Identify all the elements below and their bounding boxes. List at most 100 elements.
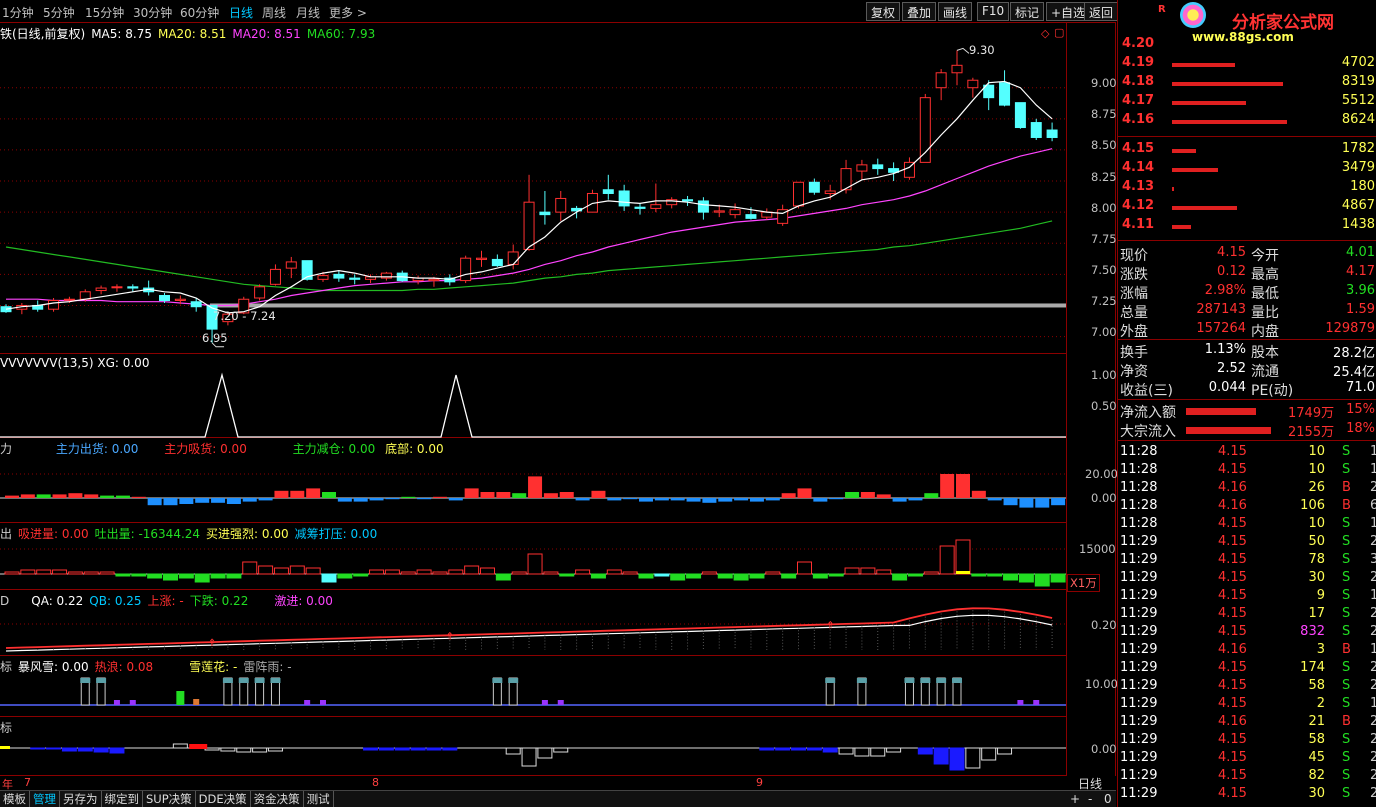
adjust-button[interactable]: 复权 (866, 2, 901, 21)
tab-bind-to[interactable]: 绑定到 (102, 791, 143, 807)
candle-body (650, 204, 662, 209)
tab-template[interactable]: 模板 (0, 791, 30, 807)
stat-label: 最高 (1251, 267, 1279, 283)
bid-volume: 1782 (1341, 141, 1375, 156)
flow-bars-pane[interactable]: 标 (0, 717, 1066, 776)
candle-body (285, 261, 297, 269)
flow-bar (1186, 427, 1271, 434)
tab-save-as[interactable]: 另存为 (60, 791, 102, 807)
bid-row[interactable]: 4.11 1438 (1118, 217, 1376, 236)
tick-row[interactable]: 11:29 4.15 2 S 1 (1118, 696, 1376, 715)
stat-row[interactable]: 现价 4.15 今开 4.01 (1118, 245, 1376, 264)
tick-row[interactable]: 11:28 4.16 26 B 2 (1118, 480, 1376, 499)
tick-row[interactable]: 11:28 4.15 10 S 1 (1118, 516, 1376, 535)
tick-row[interactable]: 11:29 4.15 17 S 2 (1118, 606, 1376, 625)
stat-row[interactable]: 换手 1.13% 股本 28.2亿 (1118, 342, 1376, 361)
tab-capital[interactable]: 资金决策 (251, 791, 304, 807)
tick-volume: 9 (1316, 588, 1325, 603)
tick-row[interactable]: 11:29 4.15 58 S 2 (1118, 732, 1376, 751)
stat-row[interactable]: 总量 287143 量比 1.59 (1118, 302, 1376, 321)
tick-row[interactable]: 11:29 4.15 78 S 3 (1118, 552, 1376, 571)
tick-row[interactable]: 11:29 4.15 30 S 2 (1118, 570, 1376, 589)
period-more[interactable]: 更多 > (329, 4, 367, 21)
force-bar (211, 498, 226, 503)
tab-manage[interactable]: 管理 (30, 791, 60, 807)
force-bar (781, 493, 796, 498)
period-daily[interactable]: 日线 (229, 4, 253, 21)
tab-sup[interactable]: SUP决策 (143, 791, 196, 807)
period-30min[interactable]: 30分钟 (133, 4, 172, 21)
stat-row[interactable]: 涨跌 0.12 最高 4.17 (1118, 264, 1376, 283)
ask-row[interactable]: 4.19 4702 (1118, 55, 1376, 74)
flow-row[interactable]: 净流入额 1749万 15% (1118, 402, 1376, 421)
back-button[interactable]: 返回 (1084, 2, 1119, 21)
ask-row[interactable]: 4.20 (1118, 36, 1376, 55)
purple-bar (320, 700, 326, 705)
qa-qb-pane[interactable]: D QA: 0.22 QB: 0.25 上涨: - 下跌: 0.22 激进: 0.00 ⇑… (0, 590, 1066, 656)
tick-row[interactable]: 11:29 4.15 50 S 2 (1118, 534, 1376, 553)
period-1min[interactable]: 1分钟 (2, 4, 34, 21)
flow-bar (93, 747, 109, 753)
tick-row[interactable]: 11:28 4.15 10 S 1 (1118, 444, 1376, 463)
tick-row[interactable]: 11:29 4.15 832 S 2 (1118, 624, 1376, 643)
tick-count: 2 (1370, 768, 1376, 783)
volume-flow-pane[interactable]: 出吸进量: 0.00 吐出量: -16344.24 买进强烈: 0.00 减筹打压: … (0, 523, 1066, 590)
flow-bar (30, 747, 46, 750)
candle-body (476, 257, 487, 260)
bid-row[interactable]: 4.12 4867 (1118, 198, 1376, 217)
reset-icon[interactable]: 0 (1104, 792, 1112, 806)
force-bar (401, 496, 416, 498)
main-price-pane[interactable]: 铁(日线,前复权) MA5: 8.75 MA20: 8.51 MA20: 8.51 MA… (0, 23, 1066, 354)
flow-bar (109, 747, 125, 754)
stat-row[interactable]: 外盘 157264 内盘 129879 (1118, 321, 1376, 340)
signal-cap (920, 678, 931, 683)
overlay-button[interactable]: 叠加 (902, 2, 937, 21)
tab-test[interactable]: 测试 (304, 791, 334, 807)
tick-volume: 58 (1308, 732, 1325, 747)
tick-row[interactable]: 11:28 4.15 10 S 1 (1118, 462, 1376, 481)
tick-time: 11:28 (1120, 498, 1158, 513)
tick-row[interactable]: 11:29 4.15 9 S 1 (1118, 588, 1376, 607)
tick-row[interactable]: 11:28 4.16 106 B 6 (1118, 498, 1376, 517)
weather-signal-pane[interactable]: 标暴风雪: 0.00 热浪: 0.08 雪莲花: - 雷阵雨: - (0, 656, 1066, 717)
tick-row[interactable]: 11:29 4.15 30 S 2 (1118, 786, 1376, 805)
tick-row[interactable]: 11:29 4.15 174 S 2 (1118, 660, 1376, 679)
flow-bar (416, 569, 432, 575)
draw-line-button[interactable]: 画线 (938, 2, 973, 21)
tick-side: S (1342, 552, 1351, 567)
tick-row[interactable]: 11:29 4.15 45 S 2 (1118, 750, 1376, 769)
period-15min[interactable]: 15分钟 (85, 4, 124, 21)
tick-row[interactable]: 11:29 4.16 3 B 1 (1118, 642, 1376, 661)
tick-row[interactable]: 11:29 4.16 21 B 2 (1118, 714, 1376, 733)
flow-row[interactable]: 大宗流入 2155万 18% (1118, 421, 1376, 440)
tick-row[interactable]: 11:29 4.15 58 S 2 (1118, 678, 1376, 697)
zoom-out-icon[interactable]: - (1088, 792, 1092, 806)
zoom-in-icon[interactable]: + (1070, 792, 1080, 806)
ask-row[interactable]: 4.16 8624 (1118, 112, 1376, 131)
period-5min[interactable]: 5分钟 (43, 4, 75, 21)
tick-time: 11:28 (1120, 444, 1158, 459)
ask-row[interactable]: 4.18 8319 (1118, 74, 1376, 93)
f10-button[interactable]: F10 (977, 2, 1010, 21)
force-bar (591, 490, 606, 498)
stat-row[interactable]: 涨幅 2.98% 最低 3.96 (1118, 283, 1376, 302)
ask-row[interactable]: 4.17 5512 (1118, 93, 1376, 112)
tick-side: S (1342, 606, 1351, 621)
mark-button[interactable]: 标记 (1010, 2, 1045, 21)
bid-row[interactable]: 4.14 3479 (1118, 160, 1376, 179)
stat-row[interactable]: 净资 2.52 流通 25.4亿 (1118, 361, 1376, 380)
bid-row[interactable]: 4.13 180 (1118, 179, 1376, 198)
stat-row[interactable]: 收益(三) 0.044 PE(动) 71.0 (1118, 380, 1376, 399)
period-60min[interactable]: 60分钟 (180, 4, 219, 21)
force-bar (813, 498, 828, 502)
period-weekly[interactable]: 周线 (262, 4, 286, 21)
xg-signal-pane[interactable]: VVVVVVV(13,5) XG: 0.00 (0, 354, 1066, 438)
candle-body (507, 251, 519, 265)
flow-bar (892, 573, 908, 581)
tick-row[interactable]: 11:29 4.15 82 S 2 (1118, 768, 1376, 787)
bid-row[interactable]: 4.15 1782 (1118, 141, 1376, 160)
purple-bar (129, 700, 136, 705)
period-monthly[interactable]: 月线 (296, 4, 320, 21)
main-force-pane[interactable]: 力 主力出货: 0.00 主力吸货: 0.00 主力减仓: 0.00 底部: 0… (0, 438, 1066, 523)
tab-dde[interactable]: DDE决策 (196, 791, 251, 807)
